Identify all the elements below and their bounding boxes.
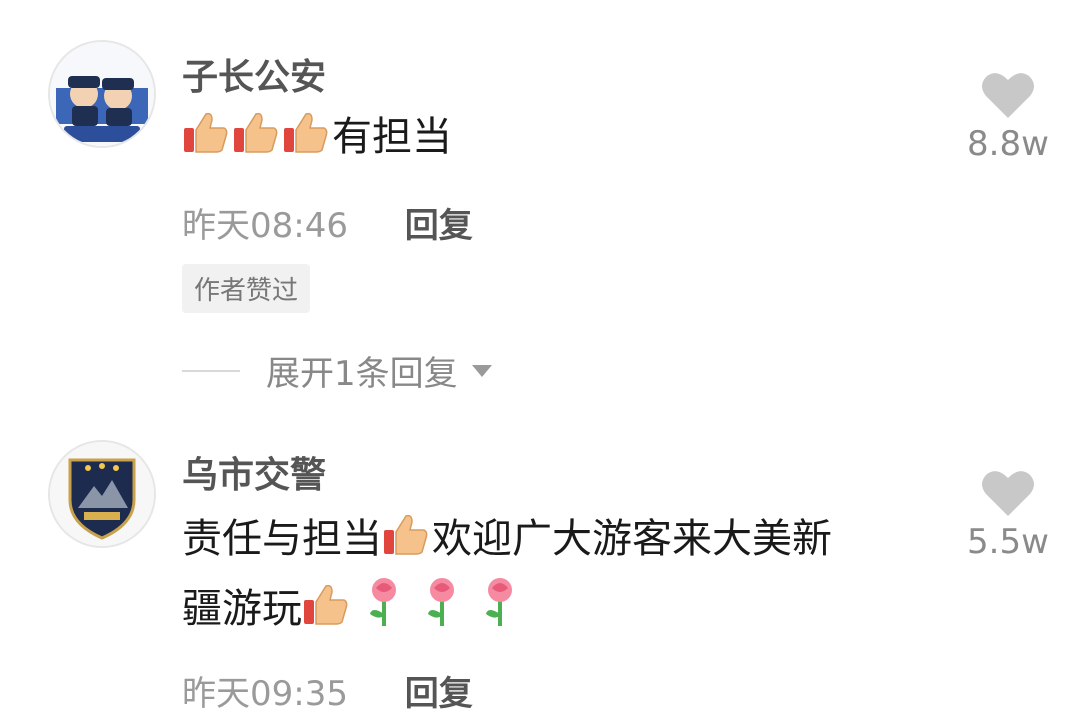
- rose-icon: [360, 576, 408, 646]
- traffic-police-badge-icon[interactable]: [48, 440, 156, 548]
- rose-icon: [476, 576, 524, 646]
- like-button[interactable]: 5.5w: [960, 468, 1056, 562]
- like-button[interactable]: 8.8w: [960, 70, 1056, 164]
- expand-replies-button[interactable]: 展开1条回复: [182, 346, 492, 395]
- comment-time: 昨天08:46: [182, 206, 348, 246]
- heart-icon: [982, 73, 1034, 118]
- reply-button[interactable]: 回复: [405, 674, 473, 714]
- thumbs-up-icon: [232, 108, 280, 174]
- comment-author[interactable]: 子长公安: [182, 48, 326, 100]
- comment-text-part: 欢迎广大游客来大美新: [432, 516, 832, 562]
- heart-icon: [982, 471, 1034, 516]
- reply-button[interactable]: 回复: [405, 206, 473, 246]
- comment-text: 有担当: [182, 106, 922, 174]
- divider: [182, 369, 240, 372]
- comment-meta: 昨天08:46 回复: [182, 198, 473, 247]
- thumbs-up-icon: [302, 580, 350, 646]
- comment-text: 责任与担当 欢迎广大游客来大美新 疆游玩: [182, 508, 922, 646]
- comment-text-content: 有担当: [332, 114, 452, 160]
- chevron-down-icon: [471, 364, 492, 377]
- expand-replies-label: 展开1条回复: [266, 354, 458, 394]
- author-liked-badge: 作者赞过: [182, 264, 311, 313]
- like-count: 5.5w: [967, 522, 1049, 562]
- police-avatar-icon[interactable]: [48, 40, 156, 148]
- comment-text-part: 疆游玩: [182, 586, 302, 632]
- comment-author[interactable]: 乌市交警: [182, 446, 326, 498]
- thumbs-up-icon: [182, 108, 230, 174]
- comment-text-part: 责任与担当: [182, 516, 382, 562]
- like-count: 8.8w: [967, 124, 1049, 164]
- thumbs-up-icon: [382, 510, 430, 576]
- comment-time: 昨天09:35: [182, 674, 348, 714]
- comment-item: 乌市交警 责任与担当 欢迎广大游客来大美新 疆游玩 昨天09:35 回复 5.5…: [0, 420, 1080, 722]
- thumbs-up-icon: [282, 108, 330, 174]
- comment-item: 子长公安 有担当 昨天08:46 回复 作者赞过 展开1条回复 8.8w: [0, 0, 1080, 420]
- comment-meta: 昨天09:35 回复: [182, 666, 473, 715]
- rose-icon: [418, 576, 466, 646]
